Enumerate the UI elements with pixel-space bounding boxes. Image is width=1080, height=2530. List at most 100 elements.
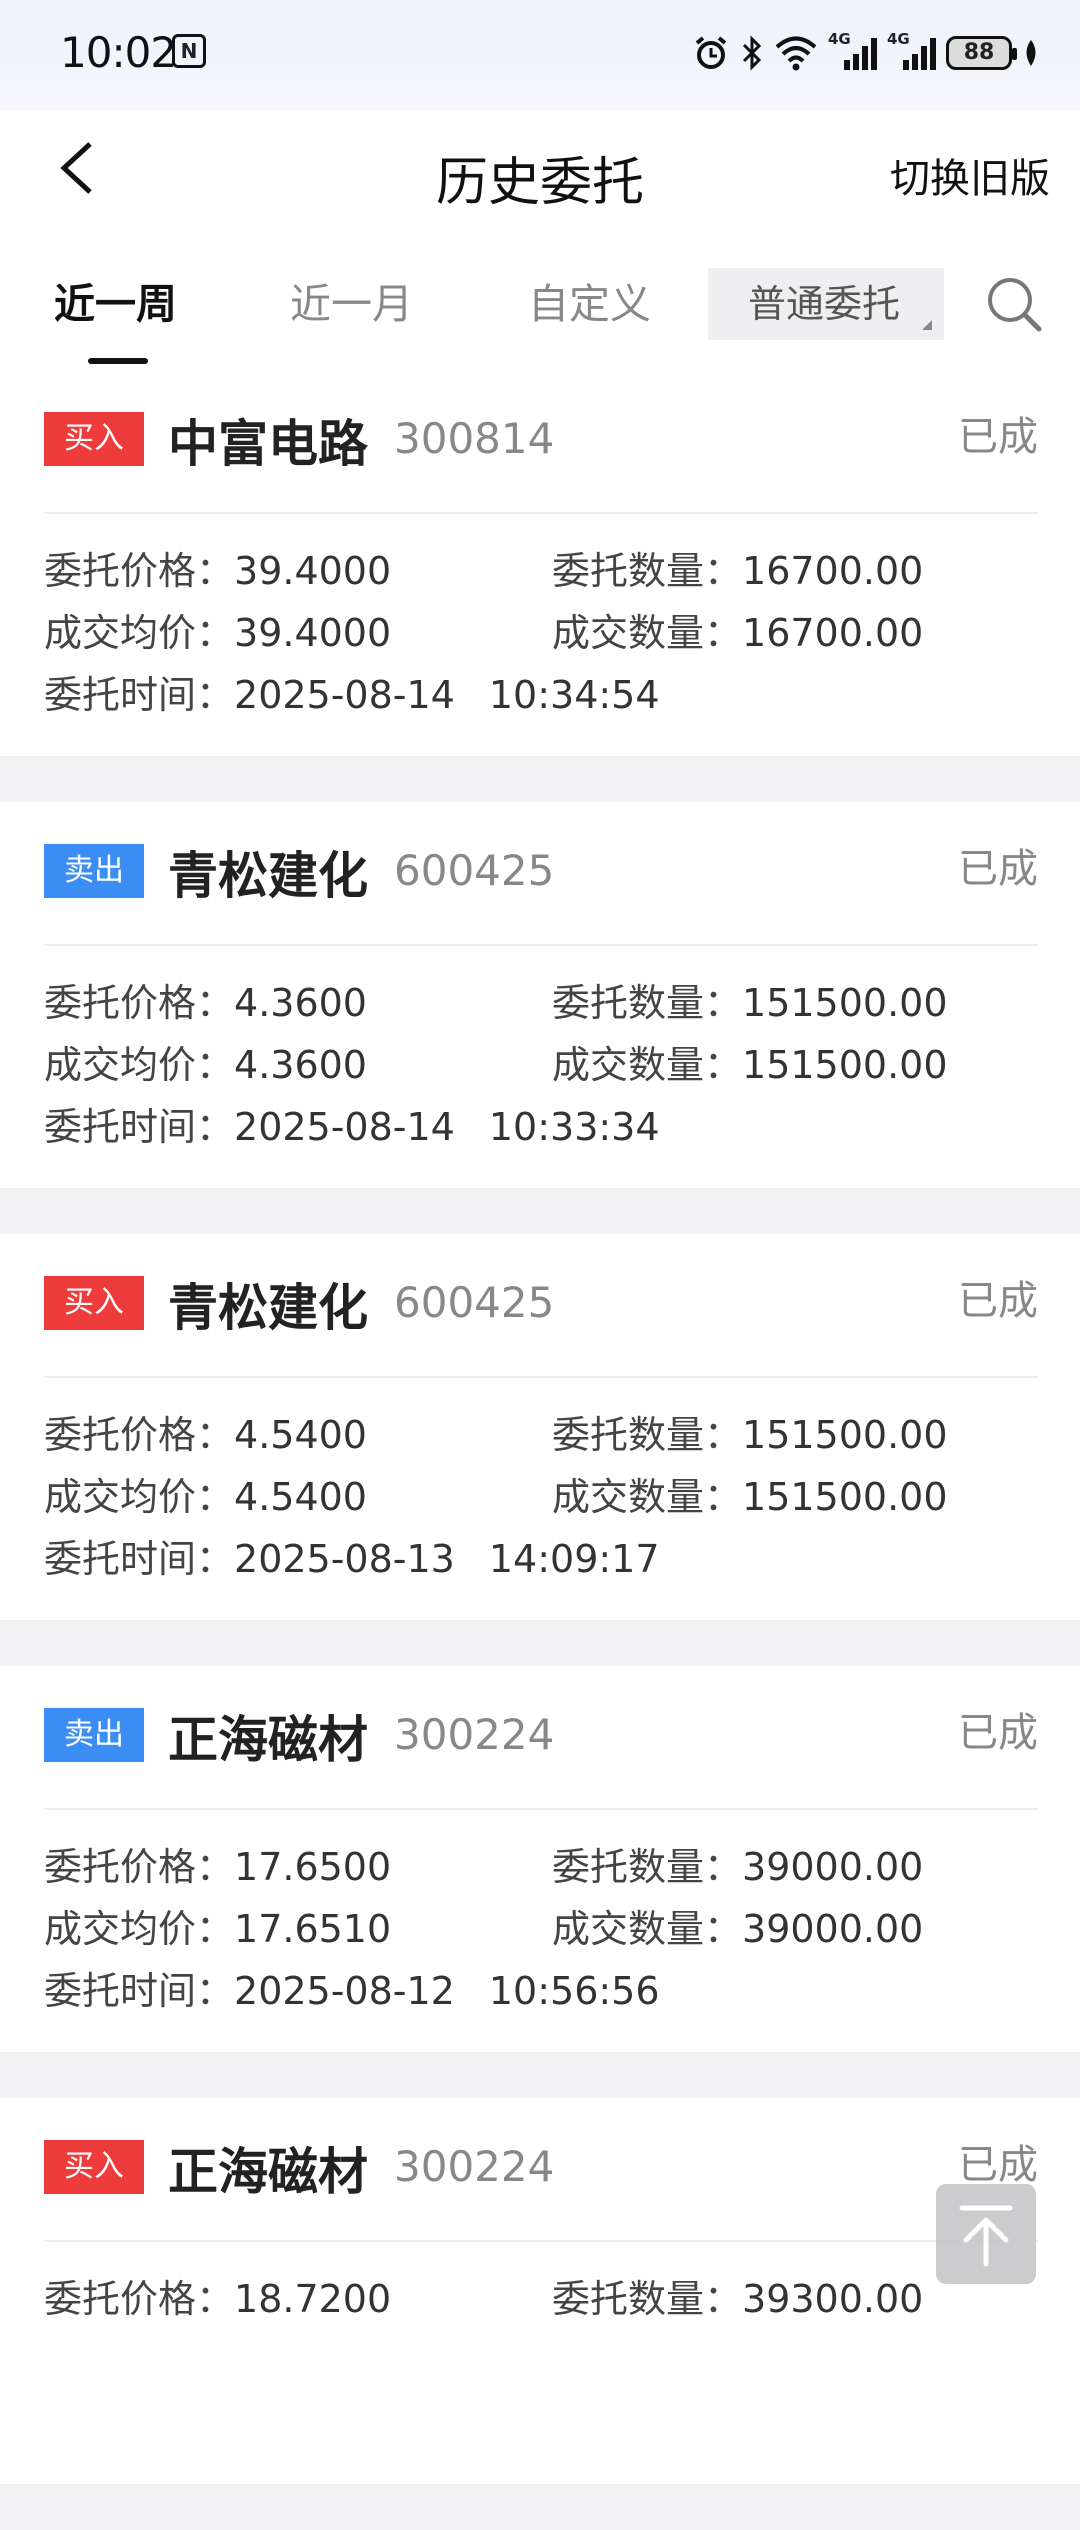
avg-price-value: 39.4000 bbox=[234, 611, 392, 655]
order-qty-value: 151500.00 bbox=[742, 981, 948, 1025]
order-qty-value: 16700.00 bbox=[742, 549, 924, 593]
order-card[interactable]: 卖出 正海磁材 300224 已成 委托价格：17.6500 委托数量：3900… bbox=[0, 1666, 1080, 2052]
order-status: 已成 bbox=[958, 1710, 1038, 1756]
avg-price-row: 成交均价：4.5400 bbox=[44, 1475, 367, 1519]
deal-qty-row: 成交数量：39000.00 bbox=[552, 1907, 924, 1951]
order-card[interactable]: 卖出 青松建化 600425 已成 委托价格：4.3600 委托数量：15150… bbox=[0, 802, 1080, 1188]
avg-price-value: 4.5400 bbox=[234, 1475, 367, 1519]
order-price-value: 4.5400 bbox=[234, 1413, 367, 1457]
order-card[interactable]: 买入 正海磁材 300224 已成 委托价格：18.7200 委托数量：3930… bbox=[0, 2098, 1080, 2484]
nav-header: 历史委托 切换旧版 bbox=[0, 110, 1080, 240]
avg-price-row: 成交均价：17.6510 bbox=[44, 1907, 392, 1951]
signal-icon-2: 4G bbox=[887, 30, 936, 70]
order-time-row: 委托时间：2025-08-14 10:33:34 bbox=[44, 1105, 660, 1149]
side-badge: 买入 bbox=[44, 1276, 144, 1330]
side-badge: 买入 bbox=[44, 2140, 144, 2194]
tab-month[interactable]: 近一月 bbox=[290, 270, 413, 330]
order-price-row: 委托价格：18.7200 bbox=[44, 2277, 392, 2321]
order-price-value: 17.6500 bbox=[234, 1845, 392, 1889]
order-price-value: 39.4000 bbox=[234, 549, 392, 593]
order-list: 买入 中富电路 300814 已成 委托价格：39.4000 委托数量：1670… bbox=[0, 370, 1080, 2530]
divider bbox=[44, 1808, 1038, 1810]
divider bbox=[44, 512, 1038, 514]
avg-price-row: 成交均价：4.3600 bbox=[44, 1043, 367, 1087]
order-price-value: 18.7200 bbox=[234, 2277, 392, 2321]
divider bbox=[44, 944, 1038, 946]
order-qty-value: 39000.00 bbox=[742, 1845, 924, 1889]
order-price-row: 委托价格：4.5400 bbox=[44, 1413, 367, 1457]
deal-qty-value: 151500.00 bbox=[742, 1475, 948, 1519]
nfc-icon: N bbox=[172, 34, 206, 68]
order-price-row: 委托价格：39.4000 bbox=[44, 549, 392, 593]
stock-name: 青松建化 bbox=[168, 847, 368, 905]
avg-price-value: 4.3600 bbox=[234, 1043, 367, 1087]
stock-name: 青松建化 bbox=[168, 1279, 368, 1337]
order-price-row: 委托价格：4.3600 bbox=[44, 981, 367, 1025]
order-date-value: 2025-08-14 bbox=[234, 1105, 455, 1149]
order-qty-row: 委托数量：16700.00 bbox=[552, 549, 924, 593]
order-status: 已成 bbox=[958, 2142, 1038, 2188]
stock-name: 正海磁材 bbox=[168, 2143, 368, 2201]
tab-custom[interactable]: 自定义 bbox=[528, 270, 651, 330]
stock-name: 中富电路 bbox=[168, 415, 368, 473]
deal-qty-row: 成交数量：16700.00 bbox=[552, 611, 924, 655]
stock-name: 正海磁材 bbox=[168, 1711, 368, 1769]
signal-icon: 4G bbox=[828, 30, 877, 70]
order-time-row: 委托时间：2025-08-12 10:56:56 bbox=[44, 1969, 660, 2013]
order-qty-value: 151500.00 bbox=[742, 1413, 948, 1457]
stock-code: 300224 bbox=[394, 1710, 555, 1759]
stock-code: 300224 bbox=[394, 2142, 555, 2191]
switch-old-version-button[interactable]: 切换旧版 bbox=[890, 146, 1050, 204]
alarm-icon bbox=[695, 36, 727, 69]
order-date-value: 2025-08-13 bbox=[234, 1537, 455, 1581]
side-badge: 买入 bbox=[44, 412, 144, 466]
order-time-value: 14:09:17 bbox=[488, 1537, 660, 1581]
order-time-value: 10:56:56 bbox=[488, 1969, 660, 2013]
order-type-label: 普通委托 bbox=[748, 282, 901, 326]
bluetooth-icon bbox=[742, 35, 762, 71]
order-price-value: 4.3600 bbox=[234, 981, 367, 1025]
order-qty-row: 委托数量：151500.00 bbox=[552, 981, 948, 1025]
order-time-row: 委托时间：2025-08-13 14:09:17 bbox=[44, 1537, 660, 1581]
status-icons: 4G 4G 88 bbox=[692, 28, 1040, 78]
wifi-icon bbox=[775, 36, 817, 71]
order-qty-row: 委托数量：39000.00 bbox=[552, 1845, 924, 1889]
dropdown-corner-icon bbox=[922, 320, 932, 330]
tab-week[interactable]: 近一周 bbox=[54, 270, 177, 330]
order-card[interactable]: 买入 中富电路 300814 已成 委托价格：39.4000 委托数量：1670… bbox=[0, 370, 1080, 756]
order-date-value: 2025-08-14 bbox=[234, 673, 455, 717]
order-qty-row: 委托数量：39300.00 bbox=[552, 2277, 924, 2321]
leaf-icon bbox=[1026, 40, 1036, 66]
deal-qty-row: 成交数量：151500.00 bbox=[552, 1043, 948, 1087]
battery-icon: 88 bbox=[946, 36, 1017, 70]
order-qty-row: 委托数量：151500.00 bbox=[552, 1413, 948, 1457]
side-badge: 卖出 bbox=[44, 1708, 144, 1762]
avg-price-value: 17.6510 bbox=[234, 1907, 392, 1951]
order-time-value: 10:33:34 bbox=[488, 1105, 660, 1149]
active-tab-indicator bbox=[88, 358, 148, 364]
order-time-row: 委托时间：2025-08-14 10:34:54 bbox=[44, 673, 660, 717]
stock-code: 600425 bbox=[394, 1278, 555, 1327]
side-badge: 卖出 bbox=[44, 844, 144, 898]
deal-qty-value: 151500.00 bbox=[742, 1043, 948, 1087]
order-status: 已成 bbox=[958, 846, 1038, 892]
order-time-value: 10:34:54 bbox=[488, 673, 660, 717]
period-tabs: 近一周 近一月 自定义 普通委托 bbox=[0, 240, 1080, 370]
deal-qty-value: 39000.00 bbox=[742, 1907, 924, 1951]
order-price-row: 委托价格：17.6500 bbox=[44, 1845, 392, 1889]
search-icon[interactable] bbox=[984, 274, 1044, 334]
stock-code: 300814 bbox=[394, 414, 555, 463]
deal-qty-value: 16700.00 bbox=[742, 611, 924, 655]
order-type-dropdown[interactable]: 普通委托 bbox=[708, 268, 944, 340]
order-card[interactable]: 买入 青松建化 600425 已成 委托价格：4.5400 委托数量：15150… bbox=[0, 1234, 1080, 1620]
divider bbox=[44, 2240, 1038, 2242]
order-status: 已成 bbox=[958, 414, 1038, 460]
stock-code: 600425 bbox=[394, 846, 555, 895]
deal-qty-row: 成交数量：151500.00 bbox=[552, 1475, 948, 1519]
status-bar: 10:02 N 4G 4G 88 bbox=[0, 0, 1080, 110]
back-to-top-button[interactable] bbox=[936, 2184, 1036, 2284]
order-date-value: 2025-08-12 bbox=[234, 1969, 455, 2013]
order-qty-value: 39300.00 bbox=[742, 2277, 924, 2321]
order-status: 已成 bbox=[958, 1278, 1038, 1324]
avg-price-row: 成交均价：39.4000 bbox=[44, 611, 392, 655]
